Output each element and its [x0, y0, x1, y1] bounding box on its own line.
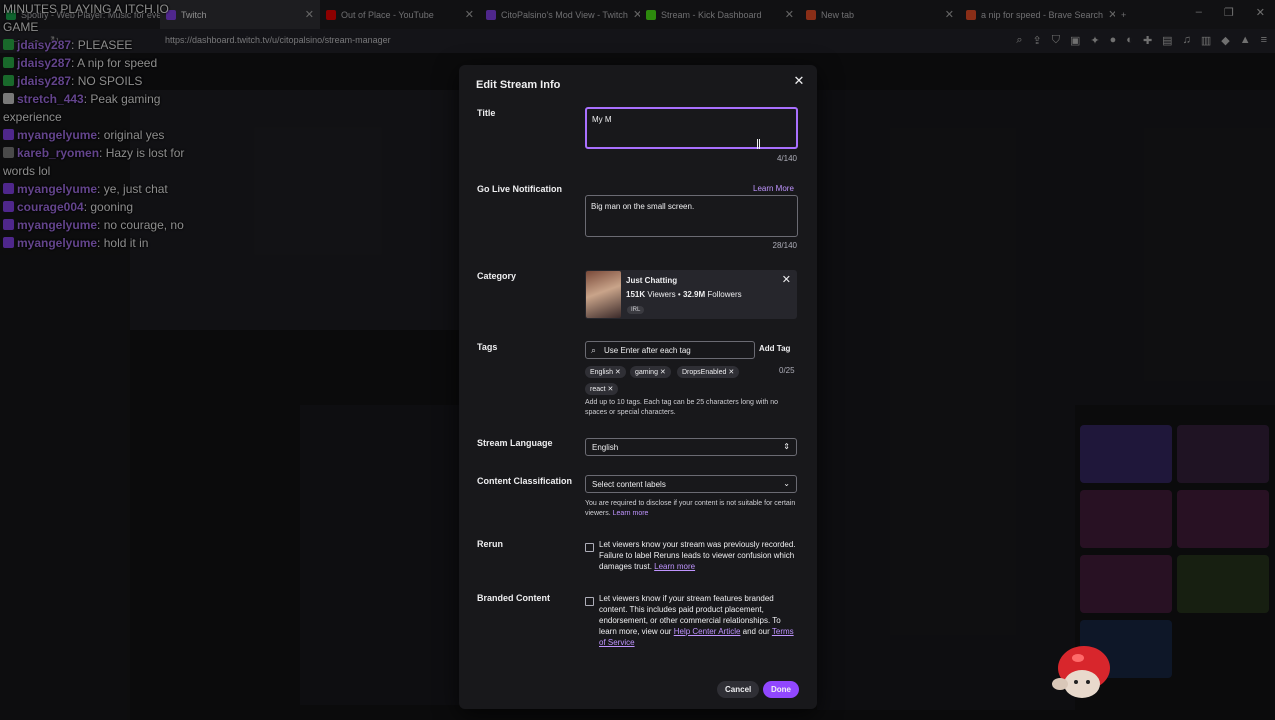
branded-content-label: Branded Content [477, 593, 550, 603]
remove-tag-icon[interactable]: ✕ [726, 369, 734, 376]
branded-and-text: and our [742, 627, 770, 636]
notification-input[interactable]: Big man on the small screen. [585, 195, 798, 237]
notification-char-count: 28/140 [772, 241, 797, 250]
notification-label: Go Live Notification [477, 184, 563, 194]
remove-category-icon[interactable]: ✕ [782, 273, 791, 286]
edit-stream-info-modal: Edit Stream Info ✕ Title My M 4/140 Go L… [459, 65, 817, 709]
rerun-checkbox[interactable] [585, 543, 594, 552]
tag-pill-label: DropsEnabled [682, 369, 727, 376]
language-value: English [592, 443, 619, 452]
mouse-cursor-icon [757, 139, 760, 149]
category-viewers: 151K [626, 290, 646, 299]
tags-help-text: Add up to 10 tags. Each tag can be 25 ch… [585, 399, 779, 416]
content-labels-dropdown[interactable]: Select content labels ⌄ [585, 475, 797, 493]
rerun-description: Let viewers know your stream was previou… [599, 539, 799, 572]
category-name: Just Chatting [626, 276, 678, 285]
category-stats: 151K Viewers • 32.9M Followers [626, 290, 742, 299]
classification-learn-more-link[interactable]: Learn more [613, 510, 649, 517]
search-icon: ⌕ [591, 345, 597, 355]
tags-label: Tags [477, 342, 498, 352]
tag-pill-label: gaming [635, 369, 658, 376]
learn-more-link[interactable]: Learn More [753, 184, 794, 193]
category-followers: 32.9M [682, 290, 706, 299]
cancel-button[interactable]: Cancel [717, 681, 760, 698]
modal-title: Edit Stream Info [476, 79, 561, 91]
category-thumbnail [586, 271, 621, 318]
tag-pill[interactable]: DropsEnabled ✕ [677, 366, 740, 378]
language-label: Stream Language [477, 438, 553, 448]
tag-pill[interactable]: react ✕ [585, 383, 619, 395]
classification-help-text: You are required to disclose if your con… [585, 499, 797, 519]
title-input[interactable]: My M [585, 107, 798, 149]
language-select[interactable]: English ⇕ [585, 438, 797, 456]
category-card[interactable]: Just Chatting 151K Viewers • 32.9M Follo… [585, 270, 797, 319]
remove-tag-icon[interactable]: ✕ [606, 386, 614, 393]
done-button[interactable]: Done [763, 681, 799, 698]
title-char-count: 4/140 [776, 154, 797, 163]
tag-pill[interactable]: gaming ✕ [630, 366, 671, 378]
add-tag-button[interactable]: Add Tag [759, 344, 790, 353]
viewers-label: Viewers [647, 290, 676, 299]
remove-tag-icon[interactable]: ✕ [613, 369, 621, 376]
followers-label: Followers [707, 290, 742, 299]
close-icon[interactable]: ✕ [791, 73, 807, 89]
strawberry-cat-mascot [1052, 646, 1110, 698]
tag-search-input[interactable]: ⌕ Use Enter after each tag [585, 341, 755, 359]
tag-pill-label: react [590, 386, 606, 393]
tag-pill-label: English [590, 369, 613, 376]
chevron-down-icon: ⌄ [783, 479, 790, 488]
tag-count: 0/25 [779, 366, 795, 375]
content-labels-value: Select content labels [592, 480, 666, 489]
rerun-label: Rerun [477, 539, 504, 549]
title-label: Title [477, 108, 496, 118]
branded-content-description: Let viewers know if your stream features… [599, 593, 799, 648]
category-label: Category [477, 271, 517, 281]
tag-input-placeholder: Use Enter after each tag [604, 346, 691, 355]
category-tag: IRL [627, 306, 645, 314]
tag-pill[interactable]: English ✕ [585, 366, 626, 378]
remove-tag-icon[interactable]: ✕ [658, 369, 666, 376]
rerun-learn-more-link[interactable]: Learn more [654, 562, 695, 571]
content-classification-label: Content Classification [477, 476, 573, 486]
branded-content-checkbox[interactable] [585, 597, 594, 606]
rerun-text: Let viewers know your stream was previou… [599, 540, 796, 571]
help-center-article-link[interactable]: Help Center Article [674, 627, 741, 636]
select-arrows-icon: ⇕ [783, 442, 790, 451]
